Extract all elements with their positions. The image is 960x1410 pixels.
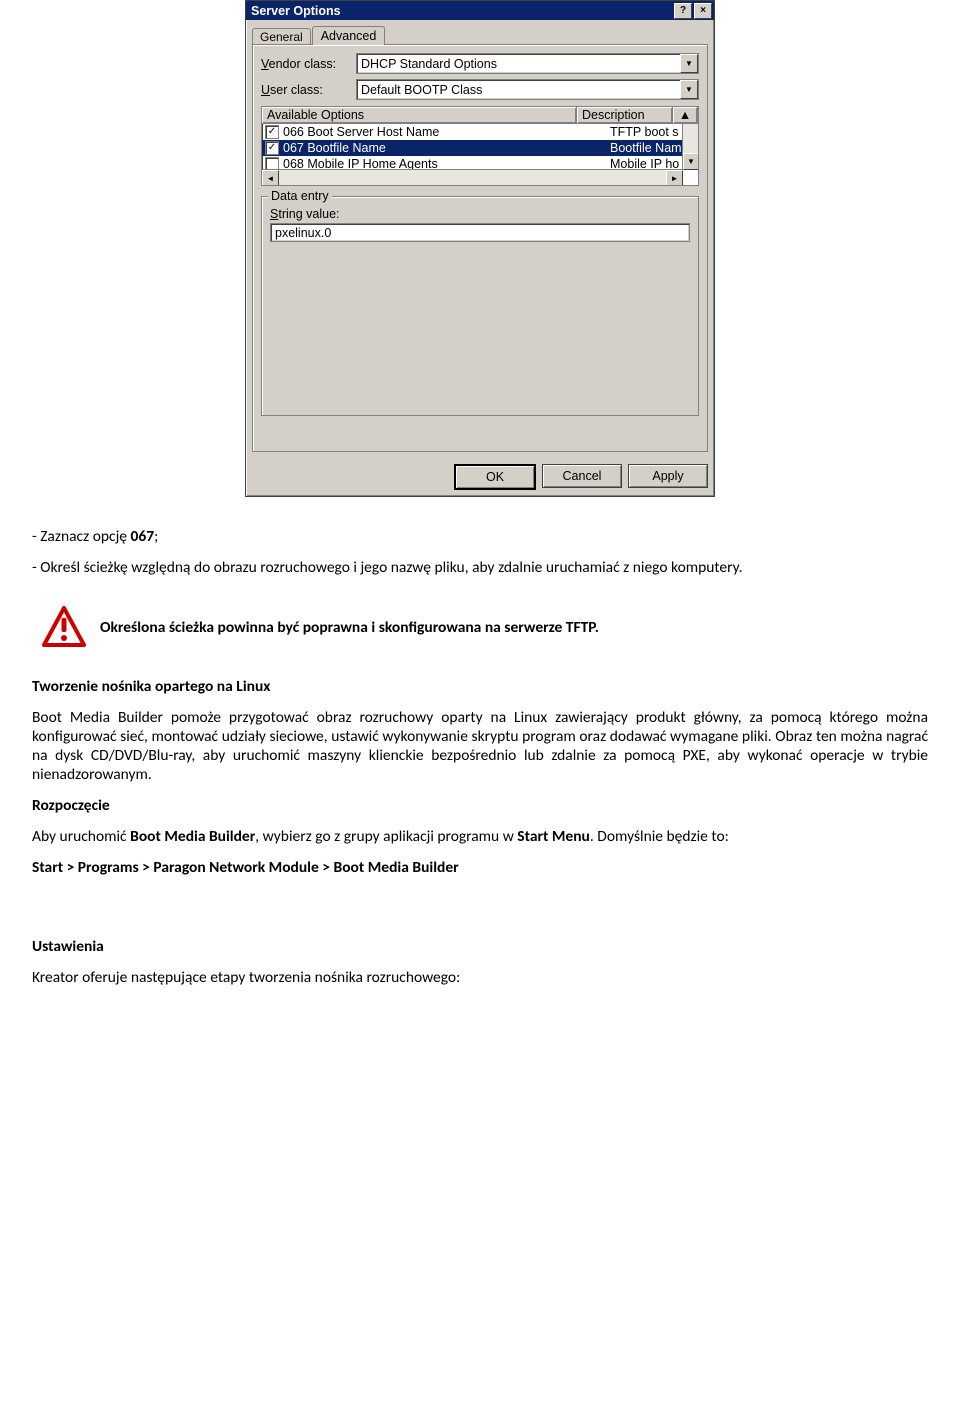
user-class-value: Default BOOTP Class — [361, 83, 482, 97]
user-class-combo[interactable]: Default BOOTP Class ▼ — [356, 79, 699, 100]
section-title: Tworzenie nośnika opartego na Linux — [32, 677, 928, 696]
apply-button[interactable]: Apply — [628, 464, 708, 488]
user-class-label: User class: — [261, 83, 356, 97]
bullet-067: - Zaznacz opcję 067; — [32, 527, 928, 546]
option-label: 066 Boot Server Host Name — [283, 125, 610, 139]
chevron-down-icon[interactable]: ▼ — [680, 80, 698, 99]
ustawienia-heading: Ustawienia — [32, 937, 928, 956]
vendor-class-combo[interactable]: DHCP Standard Options ▼ — [356, 53, 699, 74]
window-title: Server Options — [251, 4, 672, 18]
vendor-class-value: DHCP Standard Options — [361, 57, 497, 71]
start-menu-path: Start > Programs > Paragon Network Modul… — [32, 858, 928, 877]
rozpoczecie-heading: Rozpoczęcie — [32, 796, 928, 815]
option-label: 067 Bootfile Name — [283, 141, 610, 155]
warning-icon — [42, 605, 86, 649]
help-button[interactable]: ? — [674, 3, 692, 19]
tab-advanced[interactable]: Advanced — [312, 26, 386, 45]
available-options-list[interactable]: Available Options Description ▲ 066 Boot… — [261, 106, 699, 186]
string-value-input[interactable]: pxelinux.0 — [270, 223, 690, 242]
ok-button[interactable]: OK — [454, 464, 536, 490]
scroll-down-icon[interactable]: ▼ — [683, 153, 699, 170]
string-value-label: String value: — [270, 207, 690, 221]
server-options-dialog: Server Options ? × General Advanced Vend… — [245, 0, 715, 497]
ustawienia-paragraph: Kreator oferuje następujące etapy tworze… — [32, 968, 928, 987]
option-row-067[interactable]: 067 Bootfile Name Bootfile Nam — [262, 140, 698, 156]
warning-callout: Określona ścieżka powinna być poprawna i… — [42, 605, 928, 649]
warning-text: Określona ścieżka powinna być poprawna i… — [100, 618, 928, 637]
col-available-options[interactable]: Available Options — [262, 107, 577, 123]
cancel-button[interactable]: Cancel — [542, 464, 622, 488]
checkbox-066[interactable] — [265, 125, 279, 139]
tabs: General Advanced — [252, 26, 708, 45]
col-description[interactable]: Description — [577, 107, 673, 123]
vendor-class-label: Vendor class: — [261, 57, 356, 71]
titlebar: Server Options ? × — [246, 1, 714, 20]
close-button[interactable]: × — [694, 3, 712, 19]
scroll-right-icon[interactable]: ► — [666, 170, 683, 186]
rozpoczecie-paragraph: Aby uruchomić Boot Media Builder, wybier… — [32, 827, 928, 846]
horizontal-scrollbar[interactable]: ◄ ► — [262, 169, 683, 185]
data-entry-group: Data entry String value: pxelinux.0 — [261, 196, 699, 416]
scroll-left-icon[interactable]: ◄ — [262, 170, 279, 186]
option-row-066[interactable]: 066 Boot Server Host Name TFTP boot s — [262, 124, 698, 140]
tab-panel-advanced: Vendor class: DHCP Standard Options ▼ Us… — [252, 44, 708, 452]
scroll-up-icon[interactable]: ▲ — [673, 107, 698, 123]
chevron-down-icon[interactable]: ▼ — [680, 54, 698, 73]
bullet-path: - Określ ścieżkę względną do obrazu rozr… — [32, 558, 928, 577]
section-paragraph: Boot Media Builder pomoże przygotować ob… — [32, 708, 928, 784]
checkbox-067[interactable] — [265, 141, 279, 155]
data-entry-title: Data entry — [268, 189, 332, 203]
vertical-scrollbar[interactable]: ▼ — [682, 124, 698, 170]
